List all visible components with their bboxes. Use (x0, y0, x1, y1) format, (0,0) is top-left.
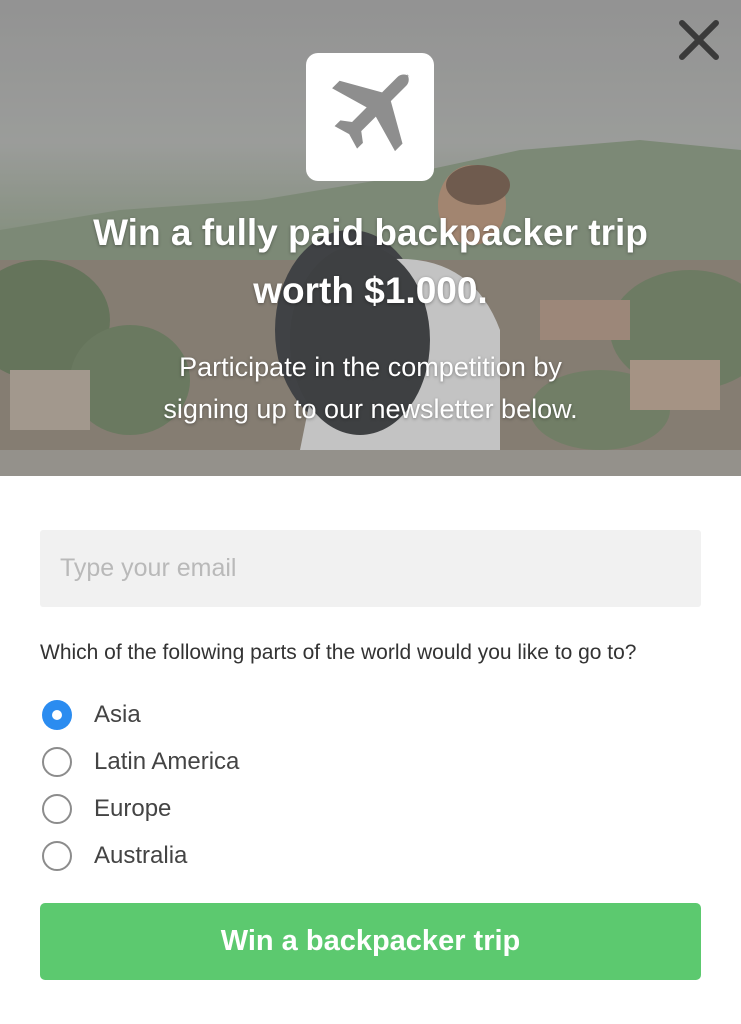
close-button[interactable] (675, 16, 723, 64)
option-europe[interactable]: Europe (40, 785, 701, 832)
option-label: Latin America (94, 747, 240, 775)
option-label: Australia (94, 841, 188, 869)
hero-banner: Win a fully paid backpacker trip worth $… (0, 0, 741, 476)
close-icon (679, 20, 719, 60)
radio-button[interactable] (42, 746, 72, 777)
newsletter-popup: Win a fully paid backpacker trip worth $… (0, 0, 741, 1024)
destination-options: Asia Latin America Europe Australia (40, 691, 701, 879)
option-asia[interactable]: Asia (40, 691, 701, 738)
email-input[interactable] (40, 530, 701, 607)
option-australia[interactable]: Australia (40, 832, 701, 879)
airplane-icon (332, 73, 410, 152)
option-label: Asia (94, 700, 141, 728)
signup-form: Which of the following parts of the worl… (40, 530, 701, 980)
logo-badge (306, 53, 434, 181)
radio-button[interactable] (42, 840, 72, 871)
radio-button-selected[interactable] (42, 699, 72, 730)
option-label: Europe (94, 794, 172, 822)
radio-button[interactable] (42, 793, 72, 824)
popup-subtitle: Participate in the competition by signin… (163, 352, 578, 424)
destination-question: Which of the following parts of the worl… (40, 641, 637, 664)
option-latin-america[interactable]: Latin America (40, 738, 701, 785)
submit-button[interactable]: Win a backpacker trip (40, 903, 701, 980)
popup-title: Win a fully paid backpacker trip worth $… (93, 212, 648, 311)
